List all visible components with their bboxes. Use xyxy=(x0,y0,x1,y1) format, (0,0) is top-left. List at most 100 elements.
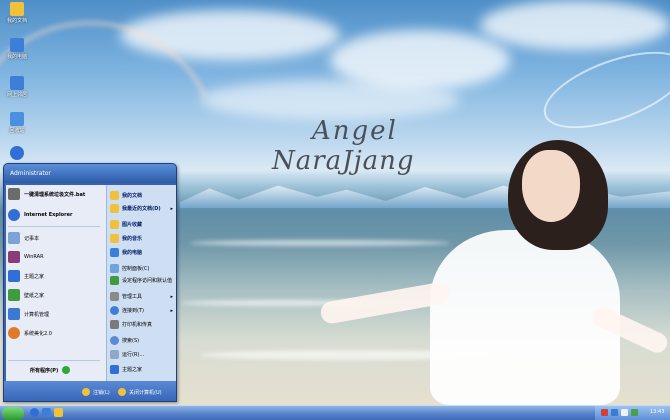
recycle-bin-icon xyxy=(10,112,24,126)
printer-icon xyxy=(110,320,119,329)
theme-home-icon xyxy=(110,365,119,374)
winrar-icon xyxy=(8,251,20,263)
taskbar-clock[interactable]: 13:43 xyxy=(650,409,664,415)
program-system-beautify[interactable]: 系统美化2.0 xyxy=(8,327,102,339)
place-label: 连接到(T) xyxy=(122,308,144,314)
program-label: 计算机管理 xyxy=(24,311,50,318)
program-winrar[interactable]: WinRAR xyxy=(8,251,102,263)
computer-icon xyxy=(110,248,119,257)
program-notepad[interactable]: 记事本 xyxy=(8,232,102,244)
desktop-icon-my-documents[interactable]: 我的文档 xyxy=(2,2,32,24)
place-control-panel[interactable]: 控制面板(C) xyxy=(110,264,176,273)
wallpaper-cloud xyxy=(480,0,670,50)
search-icon xyxy=(110,336,119,345)
place-label: 图片收藏 xyxy=(122,222,143,228)
start-menu-header: Administrator xyxy=(4,164,176,183)
program-computer-management[interactable]: 计算机管理 xyxy=(8,308,102,320)
pictures-folder-icon xyxy=(110,220,119,229)
desktop-icon-label: 网上邻居 xyxy=(6,92,27,98)
recent-documents-icon xyxy=(110,204,119,213)
quick-launch-desktop-icon[interactable] xyxy=(42,408,51,417)
place-connect-to[interactable]: 连接到(T) ▸ xyxy=(110,306,176,315)
place-theme-home[interactable]: 主题之家 xyxy=(110,365,176,374)
start-menu: Administrator 一键清理系统垃圾文件.bat Internet Ex… xyxy=(3,163,177,402)
program-clean-junk[interactable]: 一键清理系统垃圾文件.bat xyxy=(8,188,102,200)
submenu-arrow-icon: ▸ xyxy=(170,293,173,300)
place-program-access[interactable]: 设定程序访问和默认值 xyxy=(110,276,174,285)
quick-launch-folder-icon[interactable] xyxy=(54,408,63,417)
logoff-label: 注销(L) xyxy=(93,389,110,396)
start-button[interactable] xyxy=(2,407,24,420)
shutdown-button[interactable]: 关闭计算机(U) xyxy=(118,388,162,396)
internet-explorer-icon xyxy=(10,146,24,160)
control-panel-icon xyxy=(110,264,119,273)
tray-help-icon[interactable] xyxy=(611,409,618,416)
place-label: 控制面板(C) xyxy=(122,266,150,272)
program-theme-home[interactable]: 主题之家 xyxy=(8,270,102,282)
place-label: 我的电脑 xyxy=(122,250,143,256)
program-label: WinRAR xyxy=(24,254,44,260)
place-search[interactable]: 搜索(S) xyxy=(110,336,176,345)
program-label: 主题之家 xyxy=(24,273,45,280)
place-pictures[interactable]: 图片收藏 xyxy=(110,220,176,229)
tray-network-icon[interactable] xyxy=(601,409,608,416)
place-label: 管理工具 xyxy=(122,294,143,300)
place-my-computer[interactable]: 我的电脑 xyxy=(110,248,176,257)
place-label: 我最近的文档(D) xyxy=(122,206,161,212)
place-label: 主题之家 xyxy=(122,367,143,373)
all-programs-button[interactable]: 所有程序(P) xyxy=(30,366,71,374)
place-admin-tools[interactable]: 管理工具 ▸ xyxy=(110,292,176,301)
place-label: 运行(R)... xyxy=(122,352,145,358)
place-label: 打印机和传真 xyxy=(122,322,153,328)
desktop-icon-my-computer[interactable]: 我的电脑 xyxy=(2,38,32,60)
taskbar: 13:43 xyxy=(0,405,670,420)
program-label: 记事本 xyxy=(24,235,40,242)
place-label: 设定程序访问和默认值 xyxy=(122,277,173,284)
wallpaper-title-line1: Angel xyxy=(312,116,398,146)
connect-to-icon xyxy=(110,306,119,315)
program-internet-explorer[interactable]: Internet Explorer xyxy=(8,209,102,221)
place-my-documents[interactable]: 我的文档 xyxy=(110,191,176,200)
desktop-icon-label: 我的电脑 xyxy=(6,54,27,60)
power-icon xyxy=(118,388,126,396)
place-music[interactable]: 我的音乐 xyxy=(110,234,176,243)
desktop-icon-internet-explorer[interactable] xyxy=(2,146,32,160)
internet-explorer-icon xyxy=(8,209,20,221)
program-wallpaper-home[interactable]: 壁纸之家 xyxy=(8,289,102,301)
desktop-icon-network[interactable]: 网上邻居 xyxy=(2,76,32,98)
tray-volume-icon[interactable] xyxy=(621,409,628,416)
network-icon xyxy=(10,76,24,90)
submenu-arrow-icon: ▸ xyxy=(170,205,173,212)
user-name: Administrator xyxy=(10,170,51,177)
music-folder-icon xyxy=(110,234,119,243)
place-label: 搜索(S) xyxy=(122,338,140,344)
computer-icon xyxy=(10,38,24,52)
submenu-arrow-icon: ▸ xyxy=(170,307,173,314)
program-label: Internet Explorer xyxy=(24,212,73,218)
wallpaper-figure-face xyxy=(522,150,580,222)
notepad-icon xyxy=(8,232,20,244)
admin-tools-icon xyxy=(110,292,119,301)
place-run[interactable]: 运行(R)... xyxy=(110,350,176,359)
program-label: 一键清理系统垃圾文件.bat xyxy=(24,191,86,198)
desktop-icon-label: 我的文档 xyxy=(6,18,27,24)
wallpaper-title: Angel NaraJjang xyxy=(262,112,462,192)
menu-separator xyxy=(8,226,100,227)
menu-separator xyxy=(8,360,100,361)
wallpaper-title-line2: NaraJjang xyxy=(272,146,415,176)
computer-management-icon xyxy=(8,308,20,320)
place-recent-documents[interactable]: 我最近的文档(D) ▸ xyxy=(110,204,176,213)
wallpaper-planet-ring xyxy=(534,36,670,144)
tray-security-icon[interactable] xyxy=(631,409,638,416)
arrow-right-icon xyxy=(62,366,71,374)
program-label: 壁纸之家 xyxy=(24,292,45,299)
logoff-button[interactable]: 注销(L) xyxy=(82,388,110,396)
wallpaper-home-icon xyxy=(8,289,20,301)
key-icon xyxy=(82,388,90,396)
theme-home-icon xyxy=(8,270,20,282)
place-printers[interactable]: 打印机和传真 xyxy=(110,320,176,329)
desktop-icon-recycle-bin[interactable]: 回收站 xyxy=(2,112,32,134)
quick-launch-ie-icon[interactable] xyxy=(30,408,39,417)
shutdown-label: 关闭计算机(U) xyxy=(129,389,162,396)
run-icon xyxy=(110,350,119,359)
